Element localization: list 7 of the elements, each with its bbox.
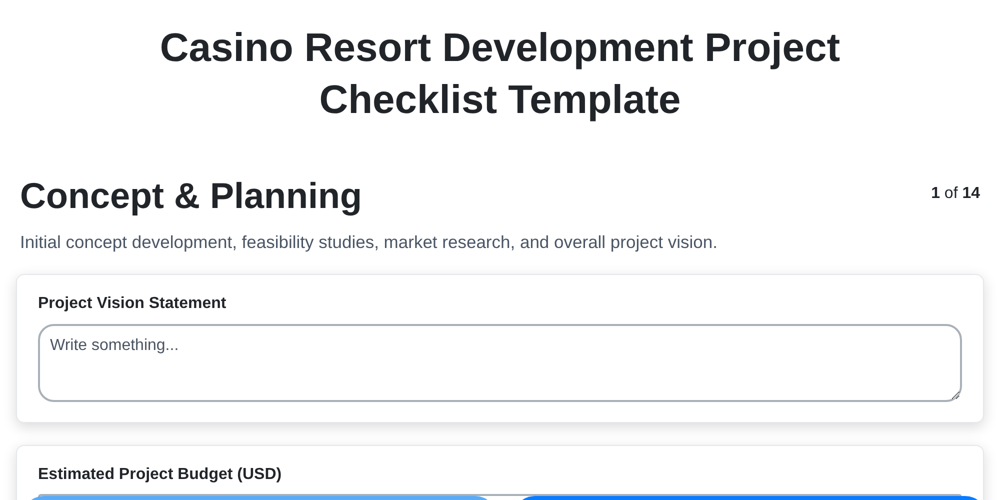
section-description: Initial concept development, feasibility studies, market research, and overall project vision. — [19, 231, 718, 254]
field-label: Estimated Project Budget (USD) — [38, 464, 283, 484]
page-title: Casino Resort Development Project Checklist Template — [158, 25, 842, 124]
field-label: Project Vision Statement — [38, 294, 228, 314]
section-heading: Concept & Planning — [20, 174, 362, 218]
text-area[interactable]: Write something... — [38, 324, 962, 402]
page-counter: 1 of 14 — [931, 184, 980, 204]
